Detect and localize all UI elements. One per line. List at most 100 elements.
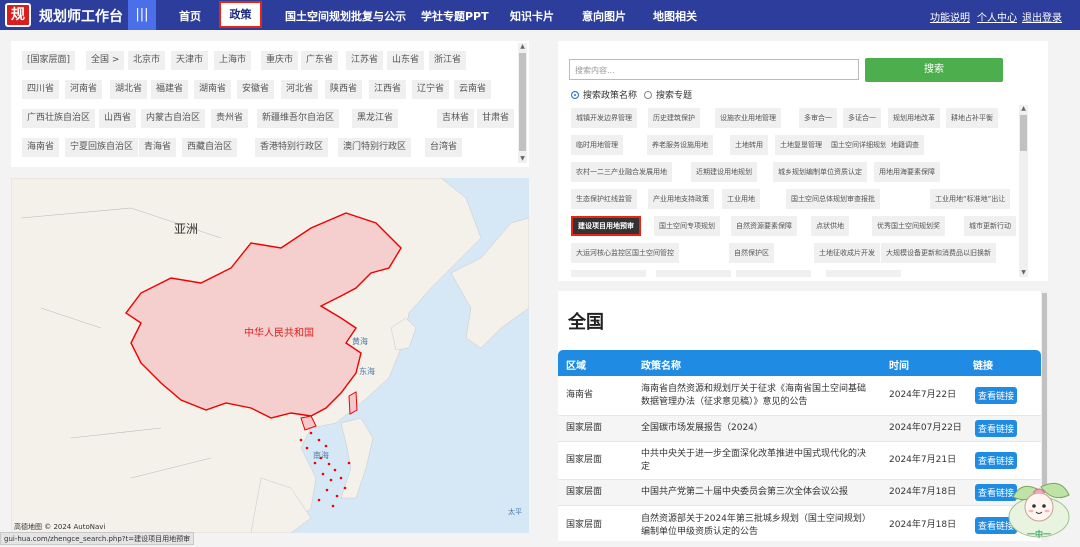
region-button[interactable]: 西藏自治区 [182,138,238,157]
topic-tag[interactable]: 土地转用 [730,135,768,155]
region-button[interactable]: 陕西省 [325,80,363,99]
region-button[interactable]: 海南省 [22,138,60,157]
topic-tag[interactable]: 自然保护区 [729,243,774,263]
topic-tag[interactable]: 土地复垦管理 [775,135,827,155]
region-button[interactable]: 甘肃省 [477,109,515,128]
cell-policy-name: 中共中央关于进一步全面深化改革推进中国式现代化的决定 [641,448,867,472]
region-button[interactable]: 全国 > [86,51,125,70]
topic-tag[interactable]: 点状供地 [811,216,849,236]
region-button[interactable]: 香港特别行政区 [255,138,329,157]
nav-knowledge-cards[interactable]: 知识卡片 [510,8,554,24]
region-button[interactable]: 河南省 [65,80,103,99]
topic-tag[interactable]: 规划用地改革 [888,108,940,128]
region-button[interactable]: 新疆维吾尔自治区 [257,109,340,128]
region-button[interactable]: 四川省 [22,80,60,99]
topic-tag[interactable]: 大规模设备更新和消费品以旧换新 [881,243,996,263]
region-button[interactable]: 贵州省 [211,109,249,128]
topic-tag[interactable]: 工业用地 [722,189,760,209]
region-button[interactable]: 北京市 [128,51,166,70]
view-link-button[interactable]: 查看链接 [975,420,1018,437]
topic-tag[interactable]: 国土空间总体规划审查报批 [786,189,880,209]
region-button[interactable]: 天津市 [171,51,209,70]
region-button[interactable]: 内蒙古自治区 [141,109,206,128]
mascot-sticker[interactable]: 一中一 [1003,475,1077,543]
topic-tag[interactable]: 大运河核心监控区国土空间管控 [571,243,679,263]
nav-home[interactable]: 首页 [179,8,201,24]
topic-tag[interactable] [736,270,811,277]
region-button[interactable]: 台湾省 [425,138,463,157]
brand-title[interactable]: 规划师工作台 [39,6,123,26]
topic-tag[interactable]: 产业用地支持政策 [648,189,714,209]
map-label-pacific: 太平 [508,508,522,516]
region-button[interactable]: 宁夏回族自治区 [65,138,139,157]
topic-tag[interactable]: 临时用地管理 [571,135,623,155]
topic-tag[interactable] [656,270,731,277]
region-scrollbar[interactable]: ▲ ▼ [518,43,527,163]
topic-tag[interactable] [826,270,901,277]
topic-tag[interactable]: 农村一二三产业融合发展用地 [571,162,672,182]
radio-topic[interactable]: 搜索专题 [644,88,692,101]
menu-toggle-icon[interactable]: ||| [128,0,156,30]
region-button[interactable]: 吉林省 [437,109,475,128]
region-button[interactable]: 上海市 [214,51,252,70]
topic-tag[interactable]: 用地用海要素保障 [874,162,940,182]
topic-tag-selected[interactable]: 建设项目用地预审 [571,216,641,236]
region-button[interactable]: 福建省 [151,80,189,99]
radio-policy-name[interactable]: 搜索政策名称 [571,88,637,101]
topic-tag[interactable]: 生态保护红线监管 [571,189,637,209]
topic-tag[interactable]: 工业用地“标准地”出让 [930,189,1011,209]
table-row: 国家层面 自然资源部关于2024年第三批城乡规划（国土空间规划）编制单位甲级资质认… [558,506,1041,541]
search-button[interactable]: 搜索 [865,58,1003,82]
topic-tag[interactable]: 地籍调查 [886,135,924,155]
region-button[interactable]: 澳门特别行政区 [338,138,412,157]
logo-icon[interactable]: 规 [5,3,31,27]
nav-profile-link[interactable]: 个人中心 [977,9,1017,24]
region-button[interactable]: 云南省 [454,80,492,99]
nav-policy[interactable]: 政策 [219,1,262,28]
nav-help-link[interactable]: 功能说明 [930,9,970,24]
region-button[interactable]: 青海省 [139,138,177,157]
topic-tag[interactable]: 城市更新行动 [964,216,1016,236]
region-button[interactable]: 黑龙江省 [352,109,399,128]
region-button[interactable]: 河北省 [281,80,319,99]
region-button[interactable]: 江苏省 [346,51,384,70]
region-button[interactable]: 湖北省 [110,80,148,99]
region-button[interactable]: 广西壮族自治区 [22,109,96,128]
topic-tag[interactable]: 近期建设用地规划 [691,162,757,182]
view-link-button[interactable]: 查看链接 [975,452,1018,469]
region-button[interactable]: 广东省 [301,51,339,70]
topic-tag[interactable]: 自然资源要素保障 [731,216,797,236]
status-bar-url: gui-hua.com/zhengce_search.php?t=建设项目用地预… [0,532,195,545]
region-button[interactable]: 辽宁省 [412,80,450,99]
cell-policy-name: 全国碳市场发展报告（2024） [641,423,763,433]
nav-planning-approval[interactable]: 国土空间规划批复与公示 [285,8,406,24]
topic-tag[interactable]: 多证合一 [843,108,881,128]
region-button[interactable]: 浙江省 [429,51,467,70]
search-input[interactable]: 搜索内容... [569,59,859,80]
topic-tag[interactable]: 城乡规划编制单位资质认定 [773,162,867,182]
region-button[interactable]: 山东省 [387,51,425,70]
region-button[interactable]: 山西省 [99,109,137,128]
view-link-button[interactable]: 查看链接 [975,387,1018,404]
region-button[interactable]: 湖南省 [194,80,232,99]
region-button[interactable]: 江西省 [369,80,407,99]
topic-tag[interactable] [571,270,646,277]
topic-tag[interactable]: 设施农业用地管理 [715,108,781,128]
topic-tag[interactable]: 耕地占补平衡 [946,108,998,128]
region-button[interactable]: 重庆市 [261,51,299,70]
topic-tag[interactable]: 国土空间专项规划 [654,216,720,236]
nav-ppt[interactable]: 学社专题PPT [421,8,489,24]
topic-tag[interactable]: 土地征收成片开发 [814,243,880,263]
nav-logout-link[interactable]: 退出登录 [1022,9,1062,24]
region-button[interactable]: 安徽省 [237,80,275,99]
topic-tag[interactable]: 养老服务设施用地 [647,135,713,155]
nav-map[interactable]: 地图相关 [653,8,697,24]
tags-scrollbar[interactable]: ▲ ▼ [1019,105,1028,277]
region-button[interactable]: [国家层面] [22,51,76,70]
nav-intent-images[interactable]: 意向图片 [582,8,626,24]
topic-tag[interactable]: 多审合一 [799,108,837,128]
china-map[interactable]: 亚洲 中华人民共和国 黄海 东海 南海 太平 高德地图 © 2024 AutoN… [11,178,529,533]
topic-tag[interactable]: 城镇开发边界管理 [571,108,637,128]
topic-tag[interactable]: 历史建筑保护 [648,108,700,128]
topic-tag[interactable]: 优秀国土空间规划奖 [872,216,945,236]
